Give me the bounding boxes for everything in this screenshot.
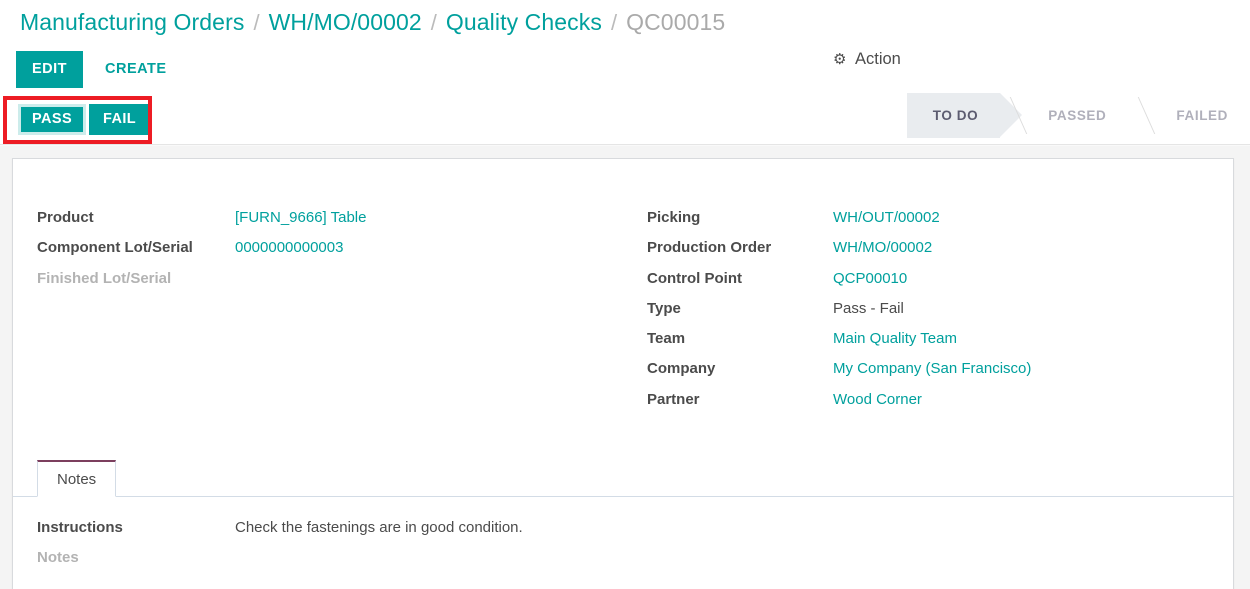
field-value: Check the fastenings are in good conditi… [235,519,523,536]
breadcrumb-item-quality-checks[interactable]: Quality Checks [446,9,602,36]
control-panel: EDIT CREATE [0,45,1250,93]
field-label: Type [647,299,681,317]
field-value[interactable]: My Company (San Francisco) [833,360,1031,377]
field-value[interactable]: [FURN_9666] Table [235,209,366,226]
field-label: Team [647,330,686,348]
field-label: Finished Lot/Serial [37,269,172,287]
gear-icon: ⚙ [833,51,847,68]
status-chevron-icon [1128,93,1150,138]
status-todo-label: TO DO [932,108,979,123]
field-company: Company My Company (San Francisco) [647,360,1209,390]
status-passed-label: PASSED [1048,108,1107,123]
breadcrumb-separator: / [610,9,618,35]
field-label: Production Order [647,239,772,257]
field-type: Type Pass - Fail [647,300,1209,330]
field-partner: Partner Wood Corner [647,391,1209,421]
breadcrumb-item-current-record: QC00015 [626,9,726,35]
field-value[interactable]: 0000000000003 [235,239,343,256]
notebook: Notes Instructions Check the fastenings … [13,459,1233,580]
field-value[interactable]: WH/MO/00002 [833,239,932,256]
field-value[interactable]: WH/OUT/00002 [833,209,940,226]
action-menu-label: Action [855,50,901,68]
status-failed[interactable]: FAILED [1150,93,1250,138]
breadcrumb-item-mo-number[interactable]: WH/MO/00002 [269,9,422,36]
form-column-right: Picking WH/OUT/00002 Production Order WH… [623,209,1209,421]
create-button[interactable]: CREATE [93,51,179,88]
field-label: Partner [647,390,700,408]
field-label: Product [37,209,94,226]
field-instructions: Instructions Check the fastenings are in… [37,519,1209,549]
odoo-quality-check-page: Manufacturing Orders / WH/MO/00002 / Qua… [0,0,1250,589]
field-label: Control Point [647,269,742,287]
action-menu-button[interactable]: ⚙ Action [833,50,901,69]
field-team: Team Main Quality Team [647,330,1209,360]
status-chevron-icon [1000,93,1022,138]
notebook-page-notes: Instructions Check the fastenings are in… [13,497,1233,580]
field-control-point: Control Point QCP00010 [647,270,1209,300]
field-label: Notes [37,549,79,567]
status-bar: TO DO PASSED FAILED [906,93,1250,138]
status-todo[interactable]: TO DO [906,93,1022,138]
breadcrumb-item-manufacturing-orders[interactable]: Manufacturing Orders [20,9,244,36]
field-label: Instructions [37,519,123,536]
edit-button[interactable]: EDIT [16,50,84,88]
breadcrumb: Manufacturing Orders / WH/MO/00002 / Qua… [0,0,1250,45]
status-passed[interactable]: PASSED [1022,93,1128,138]
field-label: Component Lot/Serial [37,239,193,257]
field-value[interactable]: QCP00010 [833,270,907,287]
field-value[interactable]: Wood Corner [833,391,922,408]
pass-button[interactable]: PASS [18,104,87,135]
field-label: Company [647,360,716,378]
field-notes: Notes [37,549,1209,579]
form-columns: Product [FURN_9666] Table Component Lot/… [37,209,1209,421]
field-production-order: Production Order WH/MO/00002 [647,239,1209,269]
field-picking: Picking WH/OUT/00002 [647,209,1209,239]
breadcrumb-separator: / [430,9,437,35]
status-failed-label: FAILED [1176,108,1228,123]
tab-notes[interactable]: Notes [37,460,117,497]
field-label: Picking [647,209,701,226]
form-column-left: Product [FURN_9666] Table Component Lot/… [37,209,623,421]
field-value: Pass - Fail [833,299,904,317]
form-status-row: PASS FAIL TO DO PASSED FAILED [0,93,1250,145]
notebook-tabs: Notes [13,459,1233,497]
form-sheet: Product [FURN_9666] Table Component Lot/… [12,158,1234,589]
field-finished-lot-serial: Finished Lot/Serial [37,270,623,300]
workflow-buttons: PASS FAIL [18,104,153,135]
fail-button[interactable]: FAIL [89,104,151,135]
field-component-lot-serial: Component Lot/Serial 0000000000003 [37,239,623,269]
field-value[interactable]: Main Quality Team [833,330,957,347]
field-product: Product [FURN_9666] Table [37,209,623,239]
breadcrumb-separator: / [253,9,260,35]
